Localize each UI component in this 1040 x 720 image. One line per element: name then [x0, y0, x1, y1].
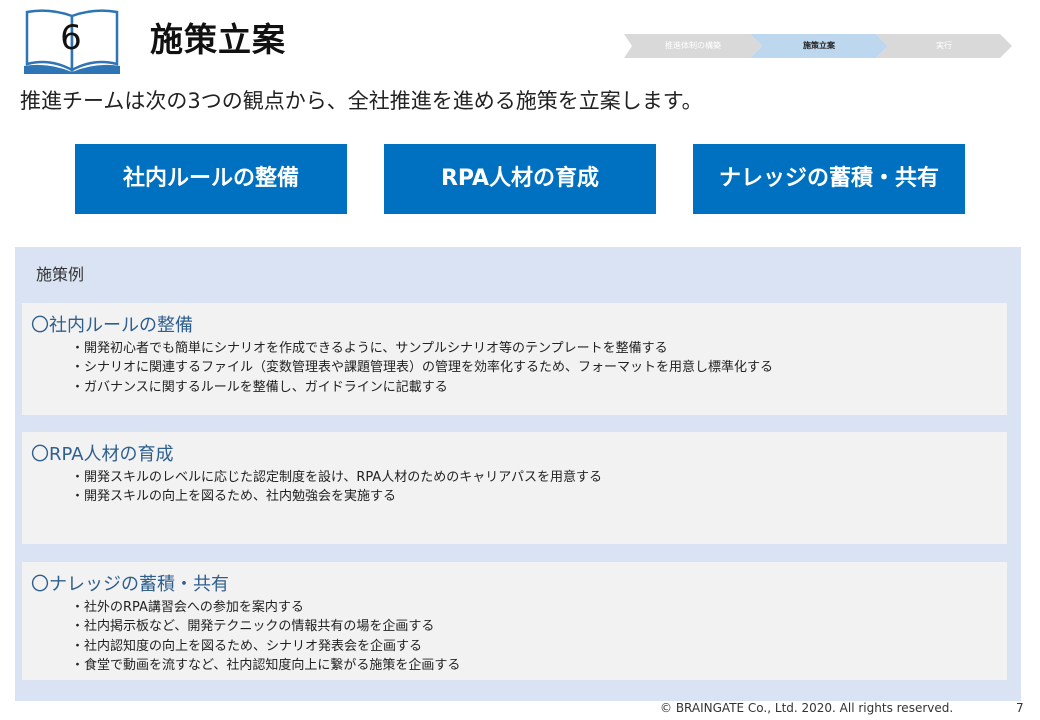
card-title: 〇RPA人材の育成 [31, 444, 174, 465]
examples-panel: 施策例 〇社内ルールの整備 ・開発初心者でも簡単にシナリオを作成できるように、サ… [15, 247, 1021, 701]
card-item-list: ・開発スキルのレベルに応じた認定制度を設け、RPA人材のためのキャリアパスを用意… [71, 468, 602, 507]
step-2-current: 施策立案 [750, 34, 888, 58]
category-internal-rules: 社内ルールの整備 [75, 144, 347, 214]
copyright-text: © BRAINGATE Co., Ltd. 2020. All rights r… [660, 701, 954, 715]
step-1-label: 推進体制の構築 [665, 41, 721, 50]
step-3: 実行 [876, 34, 1012, 58]
card-title: 〇ナレッジの蓄積・共有 [31, 574, 229, 595]
list-item: ・社内掲示板など、開発テクニックの情報共有の場を企画する [71, 619, 435, 635]
list-item: ・開発スキルのレベルに応じた認定制度を設け、RPA人材のためのキャリアパスを用意… [71, 470, 603, 485]
card-item-list: ・社外のRPA講習会への参加を案内する ・社内掲示板など、開発テクニックの情報共… [71, 598, 460, 675]
step-2-label: 施策立案 [803, 41, 835, 50]
chapter-book-icon: 6 [24, 8, 120, 74]
list-item: ・食堂で動画を流すなど、社内認知度向上に繋がる施策を企画する [71, 657, 461, 673]
progress-steps: 推進体制の構築 施策立案 実行 [624, 34, 1014, 58]
example-card-rpa-talent: 〇RPA人材の育成 ・開発スキルのレベルに応じた認定制度を設け、RPA人材のため… [22, 432, 1007, 544]
page-number: 7 [1016, 701, 1024, 715]
list-item: ・社外のRPA講習会への参加を案内する [71, 600, 304, 615]
intro-text: 推進チームは次の3つの観点から、全社推進を進める施策を立案します。 [20, 89, 703, 113]
page-title: 施策立案 [150, 20, 286, 59]
list-item: ・ガバナンスに関するルールを整備し、ガイドラインに記載する [71, 379, 448, 395]
card-title: 〇社内ルールの整備 [31, 315, 193, 336]
list-item: ・シナリオに関連するファイル（変数管理表や課題管理表）の管理を効率化するため、フ… [71, 360, 774, 376]
card-item-list: ・開発初心者でも簡単にシナリオを作成できるように、サンプルシナリオ等のテンプレー… [71, 339, 773, 397]
step-1: 推進体制の構築 [624, 34, 762, 58]
examples-label: 施策例 [36, 265, 85, 284]
list-item: ・開発初心者でも簡単にシナリオを作成できるように、サンプルシナリオ等のテンプレー… [71, 341, 668, 356]
category-rpa-talent: RPA人材の育成 [384, 144, 656, 214]
list-item: ・社内認知度の向上を図るため、シナリオ発表会を企画する [71, 638, 423, 654]
example-card-internal-rules: 〇社内ルールの整備 ・開発初心者でも簡単にシナリオを作成できるように、サンプルシ… [22, 303, 1007, 415]
chapter-number: 6 [60, 18, 82, 58]
list-item: ・開発スキルの向上を図るため、社内勉強会を実施する [71, 489, 397, 505]
step-3-label: 実行 [936, 41, 952, 50]
example-card-knowledge-sharing: 〇ナレッジの蓄積・共有 ・社外のRPA講習会への参加を案内する ・社内掲示板など… [22, 562, 1007, 680]
category-knowledge-sharing: ナレッジの蓄積・共有 [693, 144, 965, 214]
